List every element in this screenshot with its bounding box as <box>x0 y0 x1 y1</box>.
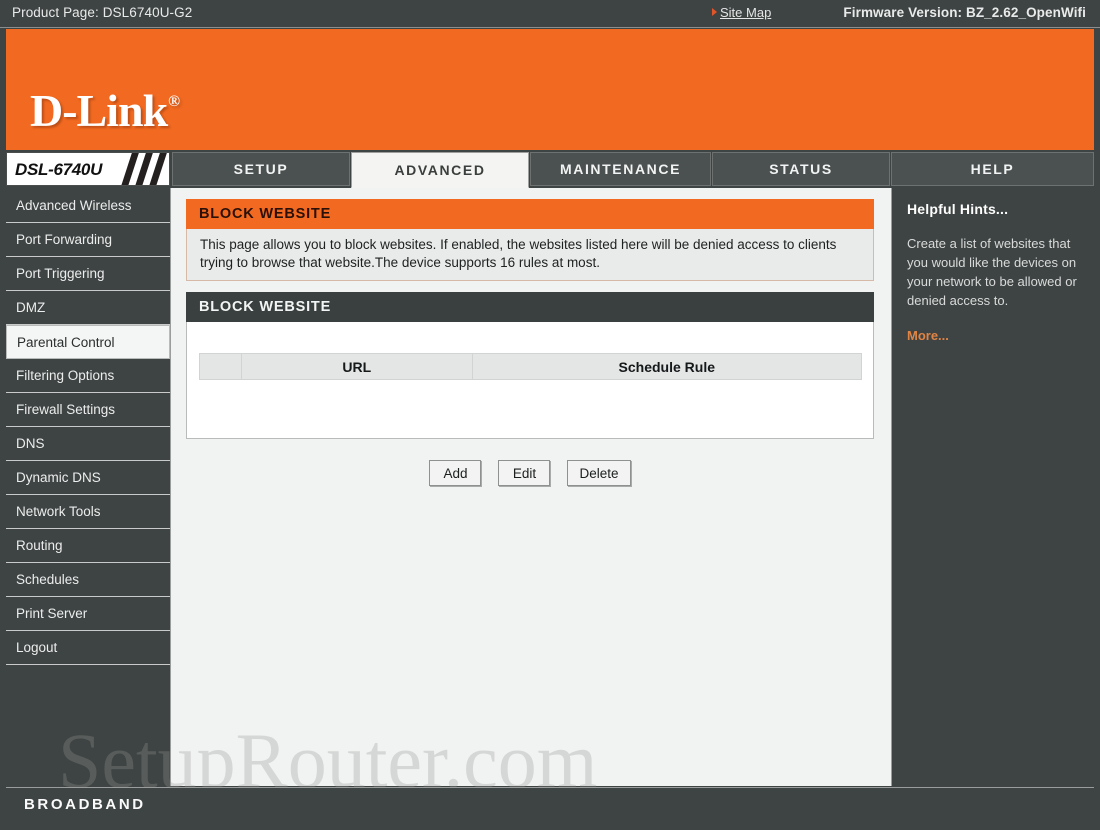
tab-maintenance[interactable]: MAINTENANCE <box>530 152 711 186</box>
router-admin-page: Product Page: DSL6740U-G2 Site Map Firmw… <box>0 0 1100 830</box>
sidebar-nav: Advanced Wireless Port Forwarding Port T… <box>6 189 170 786</box>
main-tab-strip: DSL-6740U SETUP ADVANCED MAINTENANCE STA… <box>0 152 1100 188</box>
tab-status[interactable]: STATUS <box>712 152 890 186</box>
sidebar-item-dynamic-dns[interactable]: Dynamic DNS <box>6 461 170 495</box>
dlink-logo: D-Link® <box>30 84 180 137</box>
model-badge-label: DSL-6740U <box>15 160 103 179</box>
edit-button[interactable]: Edit <box>498 460 551 486</box>
brand-band: D-Link® <box>6 29 1094 150</box>
sidebar-item-network-tools[interactable]: Network Tools <box>6 495 170 529</box>
column-header-url: URL <box>240 353 473 380</box>
site-map-link[interactable]: Site Map <box>720 5 771 20</box>
footer-label: BROADBAND <box>24 796 146 813</box>
sidebar-item-port-triggering[interactable]: Port Triggering <box>6 257 170 291</box>
hints-title: Helpful Hints... <box>907 201 1009 217</box>
main-content: BLOCK WEBSITE This page allows you to bl… <box>170 188 892 786</box>
top-product-bar: Product Page: DSL6740U-G2 Site Map Firmw… <box>0 0 1100 28</box>
tab-advanced[interactable]: ADVANCED <box>351 152 529 188</box>
product-page-label: Product Page: DSL6740U-G2 <box>12 5 193 20</box>
block-website-section-header: BLOCK WEBSITE <box>186 199 874 229</box>
hints-body-text: Create a list of websites that you would… <box>907 236 1077 308</box>
sidebar-item-advanced-wireless[interactable]: Advanced Wireless <box>6 189 170 223</box>
firmware-version-label: Firmware Version: BZ_2.62_OpenWifi <box>843 5 1086 20</box>
block-website-table: URL Schedule Rule <box>199 353 863 380</box>
sidebar-item-port-forwarding[interactable]: Port Forwarding <box>6 223 170 257</box>
column-header-schedule-rule: Schedule Rule <box>471 353 863 380</box>
footer-bar: BROADBAND <box>6 787 1094 823</box>
action-button-row: Add Edit Delete <box>186 460 874 486</box>
section-title: BLOCK WEBSITE <box>199 206 332 222</box>
sidebar-item-filtering-options[interactable]: Filtering Options <box>6 359 170 393</box>
delete-button[interactable]: Delete <box>567 460 631 486</box>
column-header-select <box>199 353 242 380</box>
model-badge: DSL-6740U <box>6 152 170 186</box>
table-title: BLOCK WEBSITE <box>199 299 332 315</box>
tab-setup[interactable]: SETUP <box>172 152 350 186</box>
site-map-link-wrap: Site Map <box>712 5 771 20</box>
sidebar-item-dns[interactable]: DNS <box>6 427 170 461</box>
sidebar-item-dmz[interactable]: DMZ <box>6 291 170 325</box>
sidebar-item-firewall-settings[interactable]: Firewall Settings <box>6 393 170 427</box>
add-button[interactable]: Add <box>429 460 482 486</box>
block-website-table-header: BLOCK WEBSITE <box>186 292 874 322</box>
sidebar-item-schedules[interactable]: Schedules <box>6 563 170 597</box>
tab-help[interactable]: HELP <box>891 152 1094 186</box>
sidebar-item-print-server[interactable]: Print Server <box>6 597 170 631</box>
dlink-logo-text: D-Link <box>30 85 168 136</box>
hints-more-link[interactable]: More... <box>907 328 1080 343</box>
description-box: This page allows you to block websites. … <box>186 229 874 281</box>
registered-mark-icon: ® <box>168 93 180 110</box>
triangle-bullet-icon <box>712 8 717 16</box>
table-header-row: URL Schedule Rule <box>199 353 863 380</box>
description-text: This page allows you to block websites. … <box>200 237 837 270</box>
rules-table-container: URL Schedule Rule <box>186 322 874 439</box>
helpful-hints-panel: Helpful Hints... Create a list of websit… <box>893 189 1094 786</box>
sidebar-item-logout[interactable]: Logout <box>6 631 170 665</box>
sidebar-item-routing[interactable]: Routing <box>6 529 170 563</box>
sidebar-item-parental-control[interactable]: Parental Control <box>6 325 170 359</box>
